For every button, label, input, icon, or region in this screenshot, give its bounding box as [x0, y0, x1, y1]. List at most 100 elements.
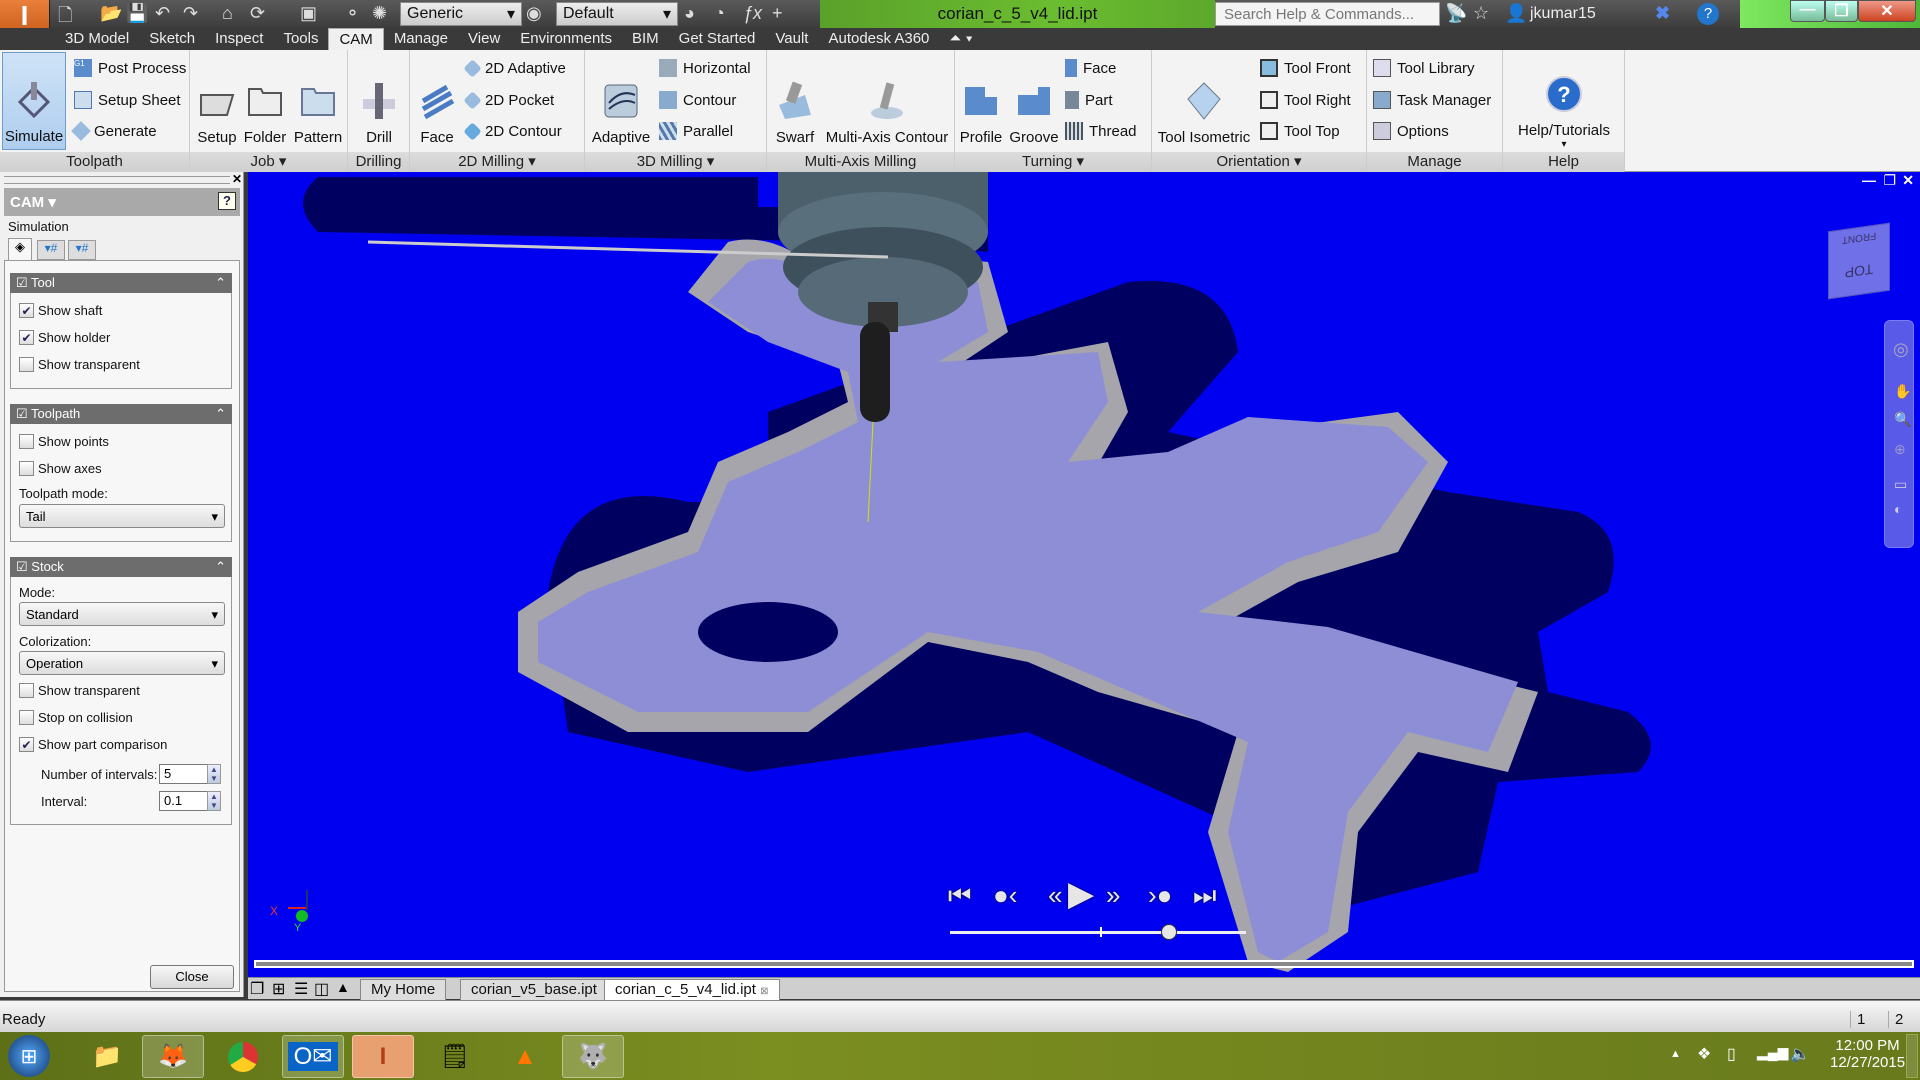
calculator-icon[interactable]: 🗒 [424, 1035, 486, 1078]
step-back-icon[interactable]: « [1048, 880, 1062, 911]
parallel-button[interactable]: Parallel [659, 118, 733, 144]
stock-show-transparent-checkbox[interactable]: Show transparent [19, 683, 140, 698]
panel-label[interactable]: Job ▾ [190, 152, 347, 172]
tool-show-transparent-checkbox[interactable]: Show transparent [19, 357, 140, 372]
tab-operation-info[interactable]: ▾# [68, 240, 96, 260]
communication-center-icon[interactable]: 📡 [1445, 3, 1467, 24]
search-input[interactable]: Search Help & Commands... [1215, 2, 1440, 26]
turning-face-button[interactable]: Face [1065, 55, 1116, 81]
material-dropdown[interactable]: Generic ▾ [400, 2, 522, 26]
view-close-icon[interactable]: ✕ [1902, 172, 1914, 189]
tab-autodesk-a360[interactable]: Autodesk A360 [818, 28, 939, 50]
pan-hand-icon[interactable]: ✋ [1894, 383, 1911, 400]
next-operation-icon[interactable]: ›● [1148, 880, 1172, 911]
tool-right-button[interactable]: Tool Right [1260, 87, 1351, 113]
help-icon[interactable]: ? [1697, 3, 1719, 25]
color-wheel-icon[interactable]: ◉ [526, 3, 542, 24]
colorization-select[interactable]: Operation ▾ [19, 651, 225, 675]
panel-close-icon[interactable]: ✕ [232, 172, 242, 186]
number-of-intervals-spinner[interactable]: ▲ ▼ [207, 764, 221, 784]
simulate-button[interactable]: Simulate [2, 52, 66, 150]
user-name[interactable]: jkumar15 [1530, 5, 1596, 23]
stock-mode-select[interactable]: Standard ▾ [19, 602, 225, 626]
orbit-icon[interactable]: ⊕ [1894, 441, 1906, 458]
panel-grip[interactable] [4, 176, 230, 184]
steering-wheel-icon[interactable]: ◎ [1893, 339, 1909, 360]
select-icon[interactable]: ▣ [300, 3, 317, 24]
toolpath-section-header[interactable]: ☑ Toolpath ⌃ [10, 404, 232, 424]
tab-inspect[interactable]: Inspect [205, 28, 273, 50]
gimp-icon[interactable]: 🐺 [562, 1035, 624, 1078]
collapse-icon[interactable]: ⌃ [215, 406, 226, 422]
pattern-button[interactable]: Pattern [290, 52, 346, 150]
tab-get-started[interactable]: Get Started [669, 28, 766, 50]
step-forward-icon[interactable]: » [1106, 880, 1120, 911]
zoom-icon[interactable]: 🔍 [1894, 411, 1911, 428]
multi-axis-contour-button[interactable]: Multi-Axis Contour [821, 52, 953, 150]
close-window-button[interactable]: ✕ [1858, 0, 1916, 22]
redo-icon[interactable]: ↷ [183, 3, 198, 24]
tab-view[interactable]: View [458, 28, 510, 50]
tab-environments[interactable]: Environments [510, 28, 622, 50]
volume-icon[interactable]: 🔈 [1790, 1044, 1810, 1064]
setup-button[interactable]: Setup [194, 52, 240, 150]
close-tab-icon[interactable]: ⊠ [760, 986, 768, 997]
view-restore-icon[interactable]: ❐ [1883, 172, 1896, 189]
show-desktop-button[interactable] [1906, 1034, 1918, 1078]
vlc-icon[interactable]: ▲ [494, 1035, 556, 1078]
play-icon[interactable]: ▶ [1068, 874, 1094, 914]
cascade-windows-icon[interactable]: ❐ [250, 979, 264, 999]
part-button[interactable]: Part [1065, 87, 1113, 113]
tab-list-up-icon[interactable]: ▲ [336, 979, 350, 995]
appearance-override-icon[interactable]: ◕ [684, 3, 695, 24]
fx-icon[interactable]: ƒx [743, 3, 762, 24]
tool-library-button[interactable]: Tool Library [1373, 55, 1475, 81]
section-enabled-check-icon[interactable]: ☑ [16, 275, 28, 290]
panel-label[interactable]: Turning ▾ [955, 152, 1151, 172]
panel-label[interactable]: Orientation ▾ [1152, 152, 1366, 172]
favorites-star-icon[interactable]: ☆ [1473, 3, 1489, 24]
clock[interactable]: 12:00 PM 12/27/2015 [1830, 1037, 1905, 1071]
restore-button[interactable]: ❐ [1825, 0, 1858, 22]
tool-isometric-button[interactable]: Tool Isometric [1154, 52, 1254, 150]
adjust-icon[interactable]: ✺ [372, 3, 387, 24]
appearance-dropdown[interactable]: Default ▾ [556, 2, 678, 26]
generate-button[interactable]: Generate [71, 118, 157, 144]
tab-simulation-general[interactable]: ◈ [8, 238, 32, 260]
playback-thumb[interactable] [1161, 924, 1178, 940]
close-button[interactable]: Close [150, 965, 234, 989]
face-button[interactable]: Face [414, 52, 460, 150]
2d-pocket-button[interactable]: 2D Pocket [463, 87, 554, 113]
stop-on-collision-checkbox[interactable]: Stop on collision [19, 710, 133, 725]
panel-label[interactable]: 3D Milling ▾ [585, 152, 766, 172]
go-to-end-icon[interactable]: ⏭ [1193, 880, 1216, 912]
panel-header[interactable]: CAM ▾ ? [4, 188, 240, 216]
doc-tab-corian-c-5-v4-lid[interactable]: corian_c_5_v4_lid.ipt ⊠ [604, 979, 780, 1000]
battery-icon[interactable]: ▯ [1727, 1044, 1736, 1064]
section-enabled-check-icon[interactable]: ☑ [16, 406, 28, 421]
save-icon[interactable]: 💾 [126, 3, 148, 24]
3d-viewport[interactable]: — ❐ ✕ FRONT TOP ◎ ✋ 🔍 ⊕ ▭ ◐ X Y ⏮ ●‹ « ▶… [248, 172, 1920, 977]
horizontal-scrollbar[interactable] [254, 960, 1914, 968]
show-part-comparison-checkbox[interactable]: ✔ Show part comparison [19, 737, 167, 752]
doc-tab-corian-v5-base[interactable]: corian_v5_base.ipt [460, 979, 608, 1000]
firefox-icon[interactable]: 🦊 [142, 1035, 204, 1078]
tab-manage[interactable]: Manage [384, 28, 458, 50]
exchange-x-icon[interactable]: ✖ [1655, 3, 1670, 24]
options-button[interactable]: Options [1373, 118, 1449, 144]
tool-top-button[interactable]: Tool Top [1260, 118, 1340, 144]
tool-section-header[interactable]: ☑ Tool ⌃ [10, 273, 232, 293]
undo-icon[interactable]: ↶ [155, 3, 170, 24]
file-explorer-icon[interactable]: 📁 [76, 1035, 138, 1078]
show-points-checkbox[interactable]: Show points [19, 434, 109, 449]
contour-button[interactable]: Contour [659, 87, 736, 113]
view-minimize-icon[interactable]: — [1862, 172, 1876, 188]
panel-label[interactable]: 2D Milling ▾ [410, 152, 584, 172]
toolpath-mode-select[interactable]: Tail ▾ [19, 504, 225, 528]
doc-tab-my-home[interactable]: My Home [360, 979, 447, 1000]
thread-button[interactable]: Thread [1065, 118, 1137, 144]
dropbox-icon[interactable]: ❖ [1697, 1044, 1711, 1064]
tab-tools[interactable]: Tools [273, 28, 328, 50]
view-mode-icon[interactable]: ◐ [1894, 501, 1902, 517]
post-process-button[interactable]: G1 Post Process [74, 55, 186, 81]
